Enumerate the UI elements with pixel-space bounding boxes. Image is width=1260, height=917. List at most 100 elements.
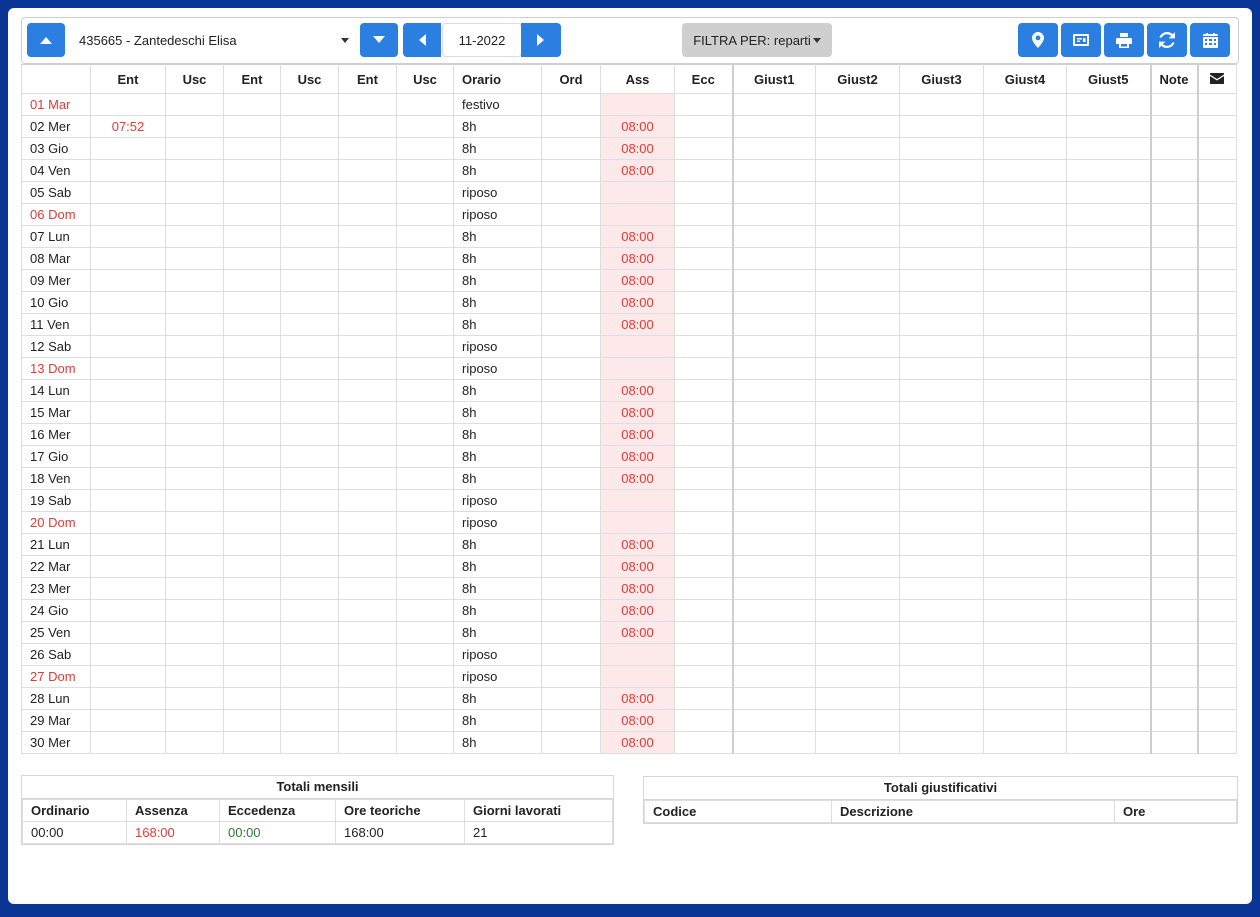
table-row[interactable]: 19 Sab riposo xyxy=(21,489,1237,512)
col-day-header xyxy=(21,64,91,94)
table-row[interactable]: 27 Dom riposo xyxy=(21,665,1237,688)
mail-cell xyxy=(1196,357,1237,380)
table-row[interactable]: 06 Dom riposo xyxy=(21,203,1237,226)
table-row[interactable]: 02 Mer 07:52 8h 08:00 xyxy=(21,115,1237,138)
col-usc3-header: Usc xyxy=(396,64,454,94)
previous-month-button[interactable] xyxy=(403,23,441,57)
table-row[interactable]: 08 Mar 8h 08:00 xyxy=(21,247,1237,270)
note-cell xyxy=(1149,511,1198,534)
table-row[interactable]: 29 Mar 8h 08:00 xyxy=(21,709,1237,732)
table-row[interactable]: 23 Mer 8h 08:00 xyxy=(21,577,1237,600)
orario-cell: riposo xyxy=(453,203,542,226)
table-row[interactable]: 09 Mer 8h 08:00 xyxy=(21,269,1237,292)
ent2-cell xyxy=(223,533,281,556)
mail-cell xyxy=(1196,379,1237,402)
col-mail-header[interactable] xyxy=(1196,64,1237,94)
table-row[interactable]: 25 Ven 8h 08:00 xyxy=(21,621,1237,644)
ent3-cell xyxy=(338,159,397,182)
print-button[interactable] xyxy=(1104,23,1144,57)
col-usc2-header: Usc xyxy=(280,64,339,94)
usc2-cell xyxy=(280,181,339,204)
table-row[interactable]: 05 Sab riposo xyxy=(21,181,1237,204)
day-cell: 24 Gio xyxy=(21,599,91,622)
ord-cell xyxy=(541,335,601,358)
usc2-cell xyxy=(280,203,339,226)
ent1-cell xyxy=(90,313,166,336)
ord-cell xyxy=(541,555,601,578)
ecc-cell xyxy=(674,401,733,424)
table-row[interactable]: 10 Gio 8h 08:00 xyxy=(21,291,1237,314)
ent2-cell xyxy=(223,577,281,600)
table-row[interactable]: 22 Mar 8h 08:00 xyxy=(21,555,1237,578)
table-row[interactable]: 11 Ven 8h 08:00 xyxy=(21,313,1237,336)
filter-dropdown-button[interactable]: FILTRA PER: reparti xyxy=(682,23,832,57)
next-employee-button[interactable] xyxy=(360,23,398,57)
table-row[interactable]: 13 Dom riposo xyxy=(21,357,1237,380)
ass-cell xyxy=(600,489,675,512)
ord-cell xyxy=(541,445,601,468)
table-row[interactable]: 17 Gio 8h 08:00 xyxy=(21,445,1237,468)
table-row[interactable]: 03 Gio 8h 08:00 xyxy=(21,137,1237,160)
totali-mensili-panel: Totali mensili Ordinario Assenza Ecceden… xyxy=(21,775,614,845)
eccedenza-value: 00:00 xyxy=(219,821,336,844)
table-row[interactable]: 16 Mer 8h 08:00 xyxy=(21,423,1237,446)
giust4-cell xyxy=(983,665,1067,688)
ecc-cell xyxy=(674,137,733,160)
giust4-cell xyxy=(983,181,1067,204)
table-row[interactable]: 21 Lun 8h 08:00 xyxy=(21,533,1237,556)
usc2-cell xyxy=(280,225,339,248)
calendar-button[interactable] xyxy=(1190,23,1230,57)
ass-cell: 08:00 xyxy=(600,269,675,292)
orario-cell: 8h xyxy=(453,269,542,292)
ore-teoriche-value: 168:00 xyxy=(335,821,465,844)
usc3-cell xyxy=(396,379,454,402)
table-row[interactable]: 20 Dom riposo xyxy=(21,511,1237,534)
giust3-cell xyxy=(899,709,984,732)
giust4-cell xyxy=(983,423,1067,446)
refresh-button[interactable] xyxy=(1147,23,1187,57)
table-row[interactable]: 01 Mar festivo xyxy=(21,93,1237,116)
month-field[interactable]: 11-2022 xyxy=(442,23,522,57)
ent2-cell xyxy=(223,665,281,688)
ent3-cell xyxy=(338,269,397,292)
table-row[interactable]: 04 Ven 8h 08:00 xyxy=(21,159,1237,182)
table-row[interactable]: 28 Lun 8h 08:00 xyxy=(21,687,1237,710)
badge-button[interactable] xyxy=(1061,23,1101,57)
usc2-cell xyxy=(280,159,339,182)
previous-employee-button[interactable] xyxy=(27,23,65,57)
ent3-cell xyxy=(338,467,397,490)
giust1-cell xyxy=(731,159,816,182)
employee-select[interactable]: 435665 - Zantedeschi Elisa xyxy=(66,23,355,57)
table-row[interactable]: 07 Lun 8h 08:00 xyxy=(21,225,1237,248)
ord-cell xyxy=(541,467,601,490)
ass-cell xyxy=(600,93,675,116)
ecc-cell xyxy=(674,181,733,204)
giust5-cell xyxy=(1066,247,1151,270)
mail-cell xyxy=(1196,555,1237,578)
table-row[interactable]: 14 Lun 8h 08:00 xyxy=(21,379,1237,402)
location-button[interactable] xyxy=(1018,23,1058,57)
main-panel: 435665 - Zantedeschi Elisa 11-2022 FILTR… xyxy=(8,8,1252,904)
day-cell: 27 Dom xyxy=(21,665,91,688)
table-row[interactable]: 12 Sab riposo xyxy=(21,335,1237,358)
usc3-cell xyxy=(396,269,454,292)
day-cell: 12 Sab xyxy=(21,335,91,358)
table-row[interactable]: 30 Mer 8h 08:00 xyxy=(21,731,1237,754)
giust1-cell xyxy=(731,445,816,468)
giust1-cell xyxy=(731,533,816,556)
note-cell xyxy=(1149,489,1198,512)
next-month-button[interactable] xyxy=(521,23,561,57)
giust3-cell xyxy=(899,313,984,336)
giust4-cell xyxy=(983,445,1067,468)
table-row[interactable]: 15 Mar 8h 08:00 xyxy=(21,401,1237,424)
table-row[interactable]: 18 Ven 8h 08:00 xyxy=(21,467,1237,490)
ass-cell xyxy=(600,511,675,534)
table-row[interactable]: 26 Sab riposo xyxy=(21,643,1237,666)
note-cell xyxy=(1149,379,1198,402)
usc3-cell xyxy=(396,599,454,622)
ent2-cell xyxy=(223,203,281,226)
giust2-cell xyxy=(815,225,900,248)
orario-cell: 8h xyxy=(453,709,542,732)
giorni-lavorati-header: Giorni lavorati xyxy=(464,799,613,822)
table-row[interactable]: 24 Gio 8h 08:00 xyxy=(21,599,1237,622)
